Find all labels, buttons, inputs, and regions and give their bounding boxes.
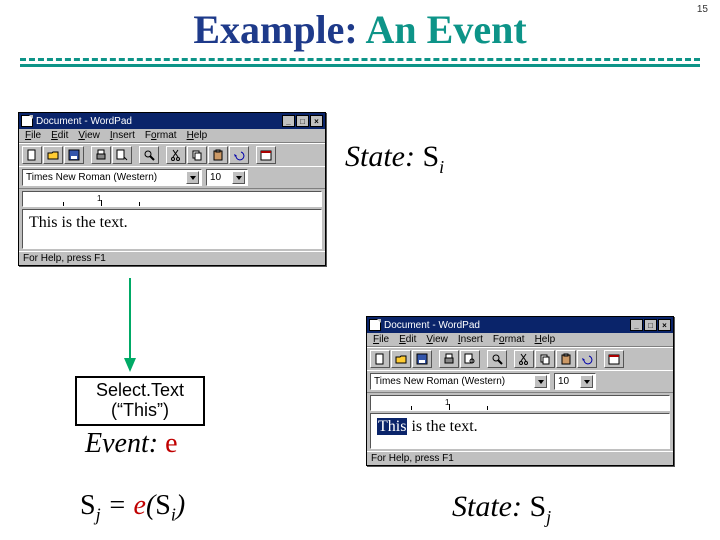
new-button[interactable] [370,350,390,368]
label-equation: Sj = e(Si) [80,490,185,526]
print-preview-button[interactable] [460,350,480,368]
title-underline-solid [20,64,700,67]
size-combobox[interactable]: 10 [554,373,596,390]
titlebar[interactable]: Document - WordPad _ □ × [367,317,673,333]
title-word-b: An Event [366,7,527,52]
title-underline-dashed [20,58,700,61]
undo-button[interactable] [577,350,597,368]
font-size: 10 [210,172,221,183]
menu-file[interactable]: File [373,334,389,345]
statusbar: For Help, press F1 [19,251,325,265]
menu-insert[interactable]: Insert [110,130,135,141]
menu-format[interactable]: Format [145,130,177,141]
window-title: Document - WordPad [36,116,132,127]
toolbar [19,143,325,167]
label-state-si: State: Si [345,140,444,178]
select-text-line2: (“This”) [85,401,195,421]
open-button[interactable] [43,146,63,164]
menu-view[interactable]: View [426,334,448,345]
ruler[interactable]: 1 [370,395,670,411]
menu-help[interactable]: Help [535,334,556,345]
cut-button[interactable] [514,350,534,368]
wordpad-window-before: Document - WordPad _ □ × File Edit View … [18,112,326,266]
body-text-rest: is the text. [407,418,477,435]
label-state-sj: State: Sj [452,490,551,528]
window-title: Document - WordPad [384,320,480,331]
chevron-down-icon[interactable] [232,171,245,184]
new-button[interactable] [22,146,42,164]
save-button[interactable] [64,146,84,164]
chevron-down-icon[interactable] [580,375,593,388]
datetime-button[interactable] [604,350,624,368]
selected-text: This [377,418,407,435]
toolbar [367,347,673,371]
chevron-down-icon[interactable] [186,171,199,184]
datetime-button[interactable] [256,146,276,164]
paste-button[interactable] [556,350,576,368]
wordpad-window-after: Document - WordPad _ □ × File Edit View … [366,316,674,466]
undo-button[interactable] [229,146,249,164]
maximize-button[interactable]: □ [296,115,309,127]
menubar: File Edit View Insert Format Help [367,333,673,347]
font-size: 10 [558,376,569,387]
close-button[interactable]: × [658,319,671,331]
font-name: Times New Roman (Western) [26,172,157,183]
print-preview-button[interactable] [112,146,132,164]
font-combobox[interactable]: Times New Roman (Western) [22,169,202,186]
maximize-button[interactable]: □ [644,319,657,331]
slide-title: Example: An Event [0,6,720,53]
menu-edit[interactable]: Edit [51,130,68,141]
statusbar: For Help, press F1 [367,451,673,465]
print-button[interactable] [91,146,111,164]
ruler[interactable]: 1 [22,191,322,207]
menubar: File Edit View Insert Format Help [19,129,325,143]
copy-button[interactable] [535,350,555,368]
cut-button[interactable] [166,146,186,164]
size-combobox[interactable]: 10 [206,169,248,186]
font-name: Times New Roman (Western) [374,376,505,387]
select-text-line1: Select.Text [85,381,195,401]
menu-file[interactable]: File [25,130,41,141]
title-word-a: Example: [193,7,357,52]
menu-insert[interactable]: Insert [458,334,483,345]
open-button[interactable] [391,350,411,368]
document-icon [21,115,33,127]
menu-format[interactable]: Format [493,334,525,345]
find-button[interactable] [487,350,507,368]
paste-button[interactable] [208,146,228,164]
format-bar: Times New Roman (Western) 10 [19,167,325,189]
body-text-before: This is the text. [29,214,128,231]
document-icon [369,319,381,331]
menu-edit[interactable]: Edit [399,334,416,345]
text-area[interactable]: This is the text. [370,413,670,449]
text-area[interactable]: This is the text. [22,209,322,249]
minimize-button[interactable]: _ [630,319,643,331]
print-button[interactable] [439,350,459,368]
format-bar: Times New Roman (Western) 10 [367,371,673,393]
find-button[interactable] [139,146,159,164]
menu-help[interactable]: Help [187,130,208,141]
select-text-box: Select.Text (“This”) [75,376,205,426]
save-button[interactable] [412,350,432,368]
status-text: For Help, press F1 [23,253,106,264]
status-text: For Help, press F1 [371,453,454,464]
font-combobox[interactable]: Times New Roman (Western) [370,373,550,390]
menu-view[interactable]: View [78,130,100,141]
copy-button[interactable] [187,146,207,164]
titlebar[interactable]: Document - WordPad _ □ × [19,113,325,129]
chevron-down-icon[interactable] [534,375,547,388]
label-event-e: Event: e [85,428,178,460]
close-button[interactable]: × [310,115,323,127]
arrow-icon [100,278,160,378]
minimize-button[interactable]: _ [282,115,295,127]
